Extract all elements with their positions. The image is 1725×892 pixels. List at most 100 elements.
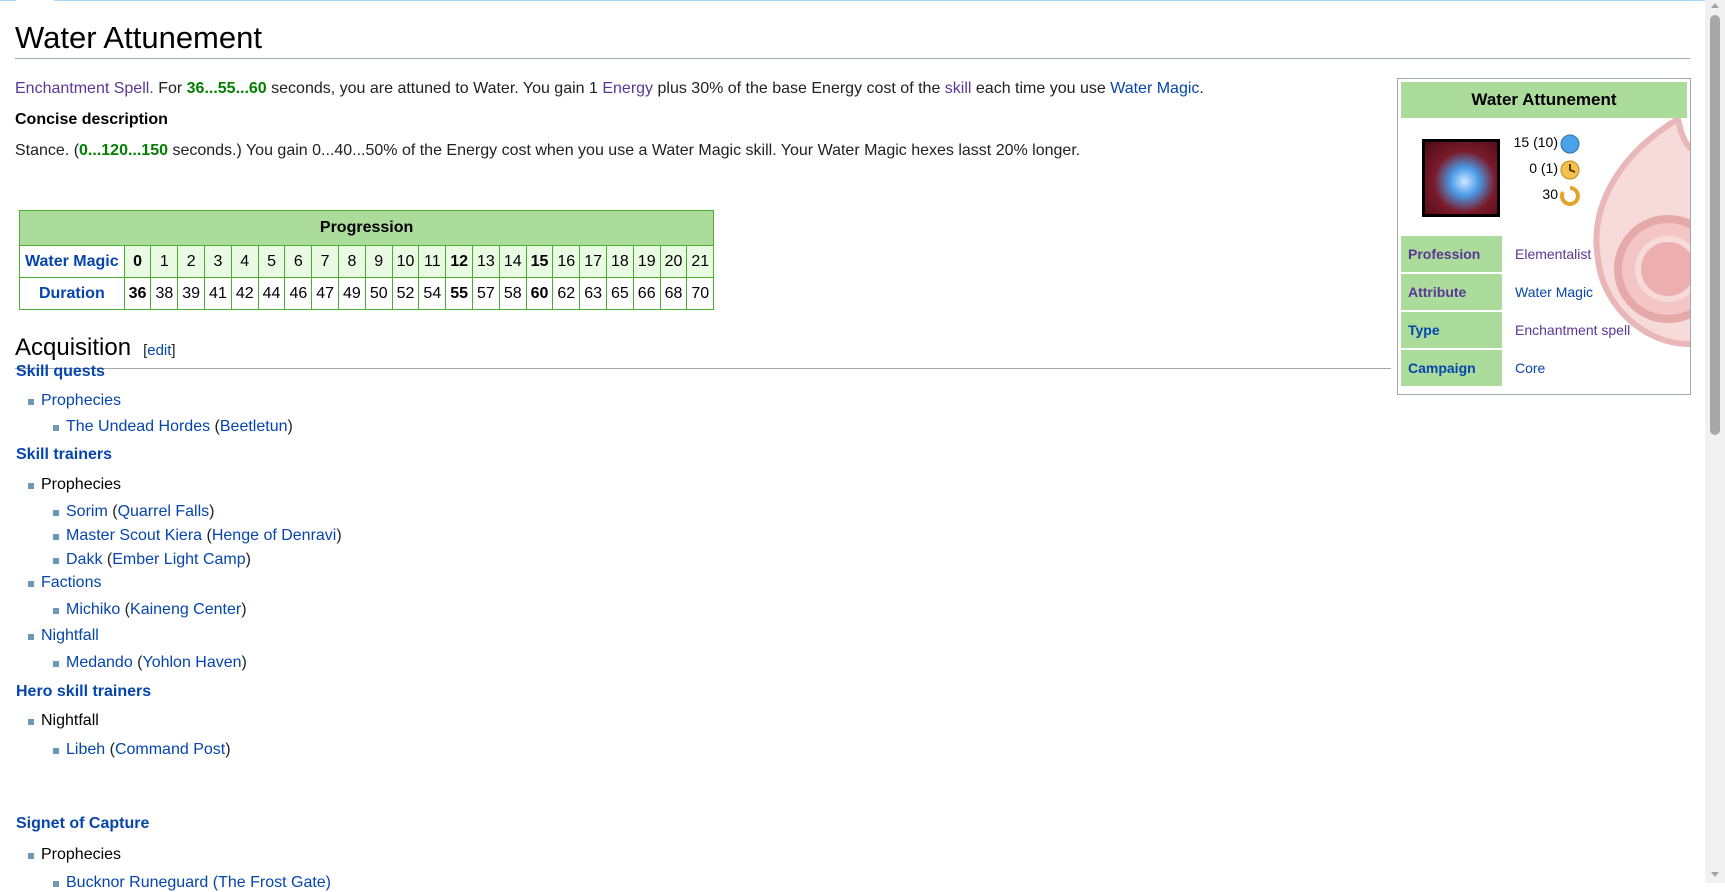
infobox-value[interactable]: Enchantment spell	[1515, 312, 1630, 348]
nightfall-link[interactable]: Nightfall	[41, 627, 99, 644]
duration-cell: 49	[338, 277, 366, 310]
paren: )	[287, 418, 293, 435]
trainer-link[interactable]: Dakk	[66, 551, 102, 568]
list-item: Factions	[28, 574, 101, 592]
infobox-key[interactable]: Type	[1401, 312, 1502, 348]
paren: (	[102, 551, 113, 568]
duration-cell: 55	[445, 277, 474, 310]
progression-caption: Progression	[18, 210, 715, 246]
paren: (	[210, 418, 220, 435]
recharge-icon	[1559, 186, 1580, 206]
energy-orb-icon	[1560, 134, 1580, 154]
bullet	[28, 719, 34, 725]
bullet	[28, 581, 34, 587]
top-tab-line	[0, 0, 1705, 2]
level-cell: 8	[338, 245, 366, 278]
level-cell: 16	[552, 245, 581, 278]
level-cell: 9	[364, 245, 393, 278]
list-item: The Undead Hordes (Beetletun)	[53, 418, 293, 436]
progression-table: Progression Water Magic 0 1 2 3 4 5 6 7 8 9 10 11 12…	[18, 210, 715, 310]
npc-link[interactable]: Beetletun	[220, 418, 288, 435]
duration-cell: 70	[686, 277, 715, 310]
activation-time: 0 (1)	[1529, 160, 1558, 176]
paren: )	[245, 551, 251, 568]
location-link[interactable]: Quarrel Falls	[118, 503, 210, 520]
duration-row-header[interactable]: Duration	[19, 277, 125, 310]
skill-description: Enchantment Spell. For 36...55...60 seco…	[15, 79, 1204, 99]
concise-range: 0...120...150	[79, 142, 168, 159]
infobox-value[interactable]: Core	[1515, 350, 1545, 386]
infobox-key[interactable]: Profession	[1401, 236, 1502, 272]
scroll-up-arrow-icon[interactable]	[1711, 3, 1719, 8]
skill-quests-heading[interactable]: Skill quests	[16, 363, 105, 381]
paren: (	[132, 654, 143, 671]
signet-of-capture-heading[interactable]: Signet of Capture	[16, 815, 149, 833]
levels-row: Water Magic 0 1 2 3 4 5 6 7 8 9 10 11 12 13 14 15 16 17 18…	[19, 245, 715, 278]
infobox-key[interactable]: Attribute	[1401, 274, 1502, 310]
concise-text: seconds.) You gain 0...40...50% of the E…	[168, 142, 1081, 159]
skill-link[interactable]: skill	[945, 80, 972, 97]
hero-skill-trainers-heading[interactable]: Hero skill trainers	[16, 683, 151, 701]
location-link[interactable]: Yohlon Haven	[143, 654, 242, 671]
level-cell: 5	[257, 245, 286, 278]
bullet	[53, 748, 59, 754]
trainer-link[interactable]: Master Scout Kiera	[66, 527, 202, 544]
duration-cell: 66	[632, 277, 661, 310]
water-magic-link[interactable]: Water Magic	[1110, 80, 1199, 97]
location-link[interactable]: Command Post	[115, 741, 225, 758]
nightfall-label: Nightfall	[41, 712, 99, 729]
scroll-thumb[interactable]	[1710, 15, 1720, 435]
vertical-scrollbar[interactable]	[1705, 0, 1725, 883]
duration-cell: 62	[552, 277, 581, 310]
energy-cost: 15 (10)	[1513, 134, 1558, 150]
level-cell: 20	[659, 245, 688, 278]
skill-trainers-heading[interactable]: Skill trainers	[16, 446, 112, 464]
infobox-title: Water Attunement	[1401, 82, 1687, 118]
bullet	[28, 399, 34, 405]
location-link[interactable]: Kaineng Center	[130, 601, 241, 618]
list-item: Nightfall	[28, 712, 99, 730]
duration-row: Duration 36 38 39 41 42 44 46 47 49 50 52 54 55 57 58 6…	[19, 277, 715, 310]
level-cell: 15	[525, 245, 554, 278]
duration-cell: 63	[579, 277, 607, 310]
location-link[interactable]: Ember Light Camp	[112, 551, 245, 568]
list-item: Nightfall	[28, 627, 99, 645]
factions-link[interactable]: Factions	[41, 574, 101, 591]
skill-icon	[1422, 139, 1500, 217]
infobox-value[interactable]: Water Magic	[1515, 274, 1593, 310]
list-item: Master Scout Kiera (Henge of Denravi)	[53, 527, 342, 545]
edit-link[interactable]: edit	[147, 342, 171, 359]
prophecies-link[interactable]: Prophecies	[41, 392, 121, 409]
level-cell: 4	[230, 245, 259, 278]
bullet	[28, 853, 34, 859]
list-item: Bucknor Runeguard (The Frost Gate)	[53, 874, 331, 892]
duration-cell: 68	[659, 277, 688, 310]
paren: )	[225, 741, 231, 758]
level-cell: 0	[123, 245, 152, 278]
duration-cell: 65	[606, 277, 634, 310]
trainer-link[interactable]: Michiko	[66, 601, 120, 618]
infobox-value[interactable]: Elementalist	[1515, 236, 1591, 272]
scroll-down-arrow-icon[interactable]	[1711, 872, 1719, 877]
level-cell: 10	[391, 245, 420, 278]
desc-text: .	[1199, 80, 1204, 97]
energy-link[interactable]: Energy	[602, 80, 653, 97]
recharge-stat: 30	[1498, 186, 1558, 202]
duration-cell: 60	[525, 277, 554, 310]
spell-type-link[interactable]: Enchantment Spell.	[15, 80, 154, 97]
quest-link[interactable]: The Undead Hordes	[66, 418, 210, 435]
bullet	[53, 881, 59, 887]
bullet	[53, 608, 59, 614]
trainer-link[interactable]: Libeh	[66, 741, 105, 758]
location-link[interactable]: Henge of Denravi	[212, 527, 337, 544]
trainer-link[interactable]: Sorim	[66, 503, 108, 520]
bullet	[53, 534, 59, 540]
infobox-key[interactable]: Campaign	[1401, 350, 1502, 386]
skill-infobox: Water Attunement 15 (10) 0 (1) 30 Profes…	[1397, 78, 1691, 395]
level-cell: 18	[606, 245, 634, 278]
level-cell: 7	[311, 245, 340, 278]
trainer-link[interactable]: Medando	[66, 654, 133, 671]
water-magic-row-header[interactable]: Water Magic	[19, 245, 125, 278]
prophecies-label: Prophecies	[41, 476, 122, 493]
list-item: Dakk (Ember Light Camp)	[53, 551, 251, 569]
